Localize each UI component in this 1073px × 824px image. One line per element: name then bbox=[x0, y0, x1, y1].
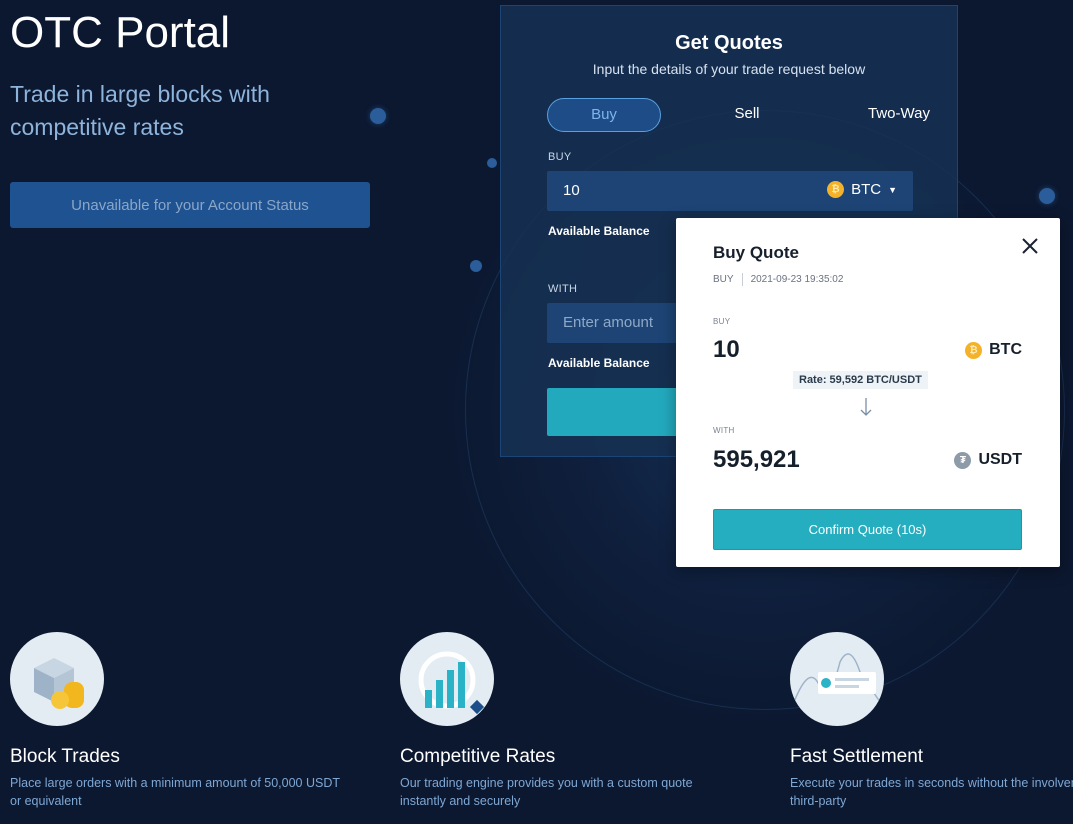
account-status-button[interactable]: Unavailable for your Account Status bbox=[10, 182, 370, 228]
trade-side-tabs: Buy Sell Two-Way bbox=[547, 98, 930, 134]
feature-fast-settlement: Fast Settlement Execute your trades in s… bbox=[790, 632, 1073, 810]
modal-buy-amount: 10 bbox=[713, 336, 740, 363]
tab-sell[interactable]: Sell bbox=[697, 98, 797, 132]
blocks-coins-icon bbox=[10, 632, 104, 726]
with-available-balance: Available Balance bbox=[548, 356, 650, 370]
modal-with-asset-label: USDT bbox=[978, 451, 1022, 468]
close-icon[interactable] bbox=[1018, 234, 1042, 258]
feature-title: Fast Settlement bbox=[790, 746, 924, 767]
with-field-label: WITH bbox=[548, 283, 578, 295]
modal-title: Buy Quote bbox=[713, 243, 799, 262]
modal-buy-asset-label: BTC bbox=[989, 341, 1022, 358]
feature-block-trades: Block Trades Place large orders with a m… bbox=[10, 632, 350, 810]
quote-rate: Rate: 59,592 BTC/USDT bbox=[793, 371, 928, 389]
chevron-down-icon: ▼ bbox=[888, 184, 897, 195]
get-quotes-title: Get Quotes bbox=[675, 32, 783, 54]
buy-available-balance: Available Balance bbox=[548, 224, 650, 238]
buy-quote-modal: Buy Quote BUY 2021-09-23 19:35:02 BUY 10… bbox=[676, 218, 1060, 567]
decorative-dot bbox=[1039, 188, 1055, 204]
modal-with-label: WITH bbox=[713, 426, 735, 435]
modal-with-amount: 595,921 bbox=[713, 446, 800, 473]
modal-buy-asset: ₿ BTC bbox=[965, 341, 1022, 359]
tab-buy[interactable]: Buy bbox=[547, 98, 661, 132]
btc-coin-icon: ₿ bbox=[965, 341, 983, 359]
confirm-quote-button[interactable]: Confirm Quote (10s) bbox=[713, 509, 1022, 550]
feature-description: Our trading engine provides you with a c… bbox=[400, 776, 693, 808]
get-quotes-subtitle: Input the details of your trade request … bbox=[592, 61, 866, 77]
btc-coin-icon: ₿ bbox=[827, 181, 845, 198]
modal-with-asset: ₮ USDT bbox=[954, 451, 1022, 469]
fast-settlement-icon bbox=[790, 632, 884, 726]
arrow-down-icon bbox=[860, 398, 872, 416]
modal-buy-label: BUY bbox=[713, 317, 731, 326]
usdt-coin-icon: ₮ bbox=[954, 451, 972, 469]
page-subtitle: Trade in large blocks with competitive r… bbox=[10, 81, 270, 140]
decorative-dot bbox=[487, 158, 497, 168]
meta-divider bbox=[741, 273, 743, 286]
feature-title: Competitive Rates bbox=[400, 746, 556, 767]
magnifier-chart-icon bbox=[400, 632, 494, 726]
feature-description: Execute your trades in seconds without t… bbox=[790, 776, 1073, 808]
feature-description: Place large orders with a minimum amount… bbox=[10, 776, 340, 808]
tab-two-way[interactable]: Two-Way bbox=[819, 98, 979, 132]
quote-timestamp: 2021-09-23 19:35:02 bbox=[750, 274, 844, 285]
quote-side: BUY bbox=[713, 274, 734, 285]
buy-asset-select[interactable]: ₿ BTC ▼ bbox=[827, 181, 897, 198]
feature-competitive-rates: Competitive Rates Our trading engine pro… bbox=[400, 632, 740, 810]
buy-field-label: BUY bbox=[548, 151, 572, 163]
feature-title: Block Trades bbox=[10, 746, 120, 767]
page-title: OTC Portal bbox=[10, 8, 231, 57]
decorative-dot bbox=[470, 260, 482, 272]
decorative-dot bbox=[370, 108, 386, 124]
quote-meta: BUY 2021-09-23 19:35:02 bbox=[713, 273, 843, 286]
buy-asset-label: BTC bbox=[851, 181, 882, 198]
